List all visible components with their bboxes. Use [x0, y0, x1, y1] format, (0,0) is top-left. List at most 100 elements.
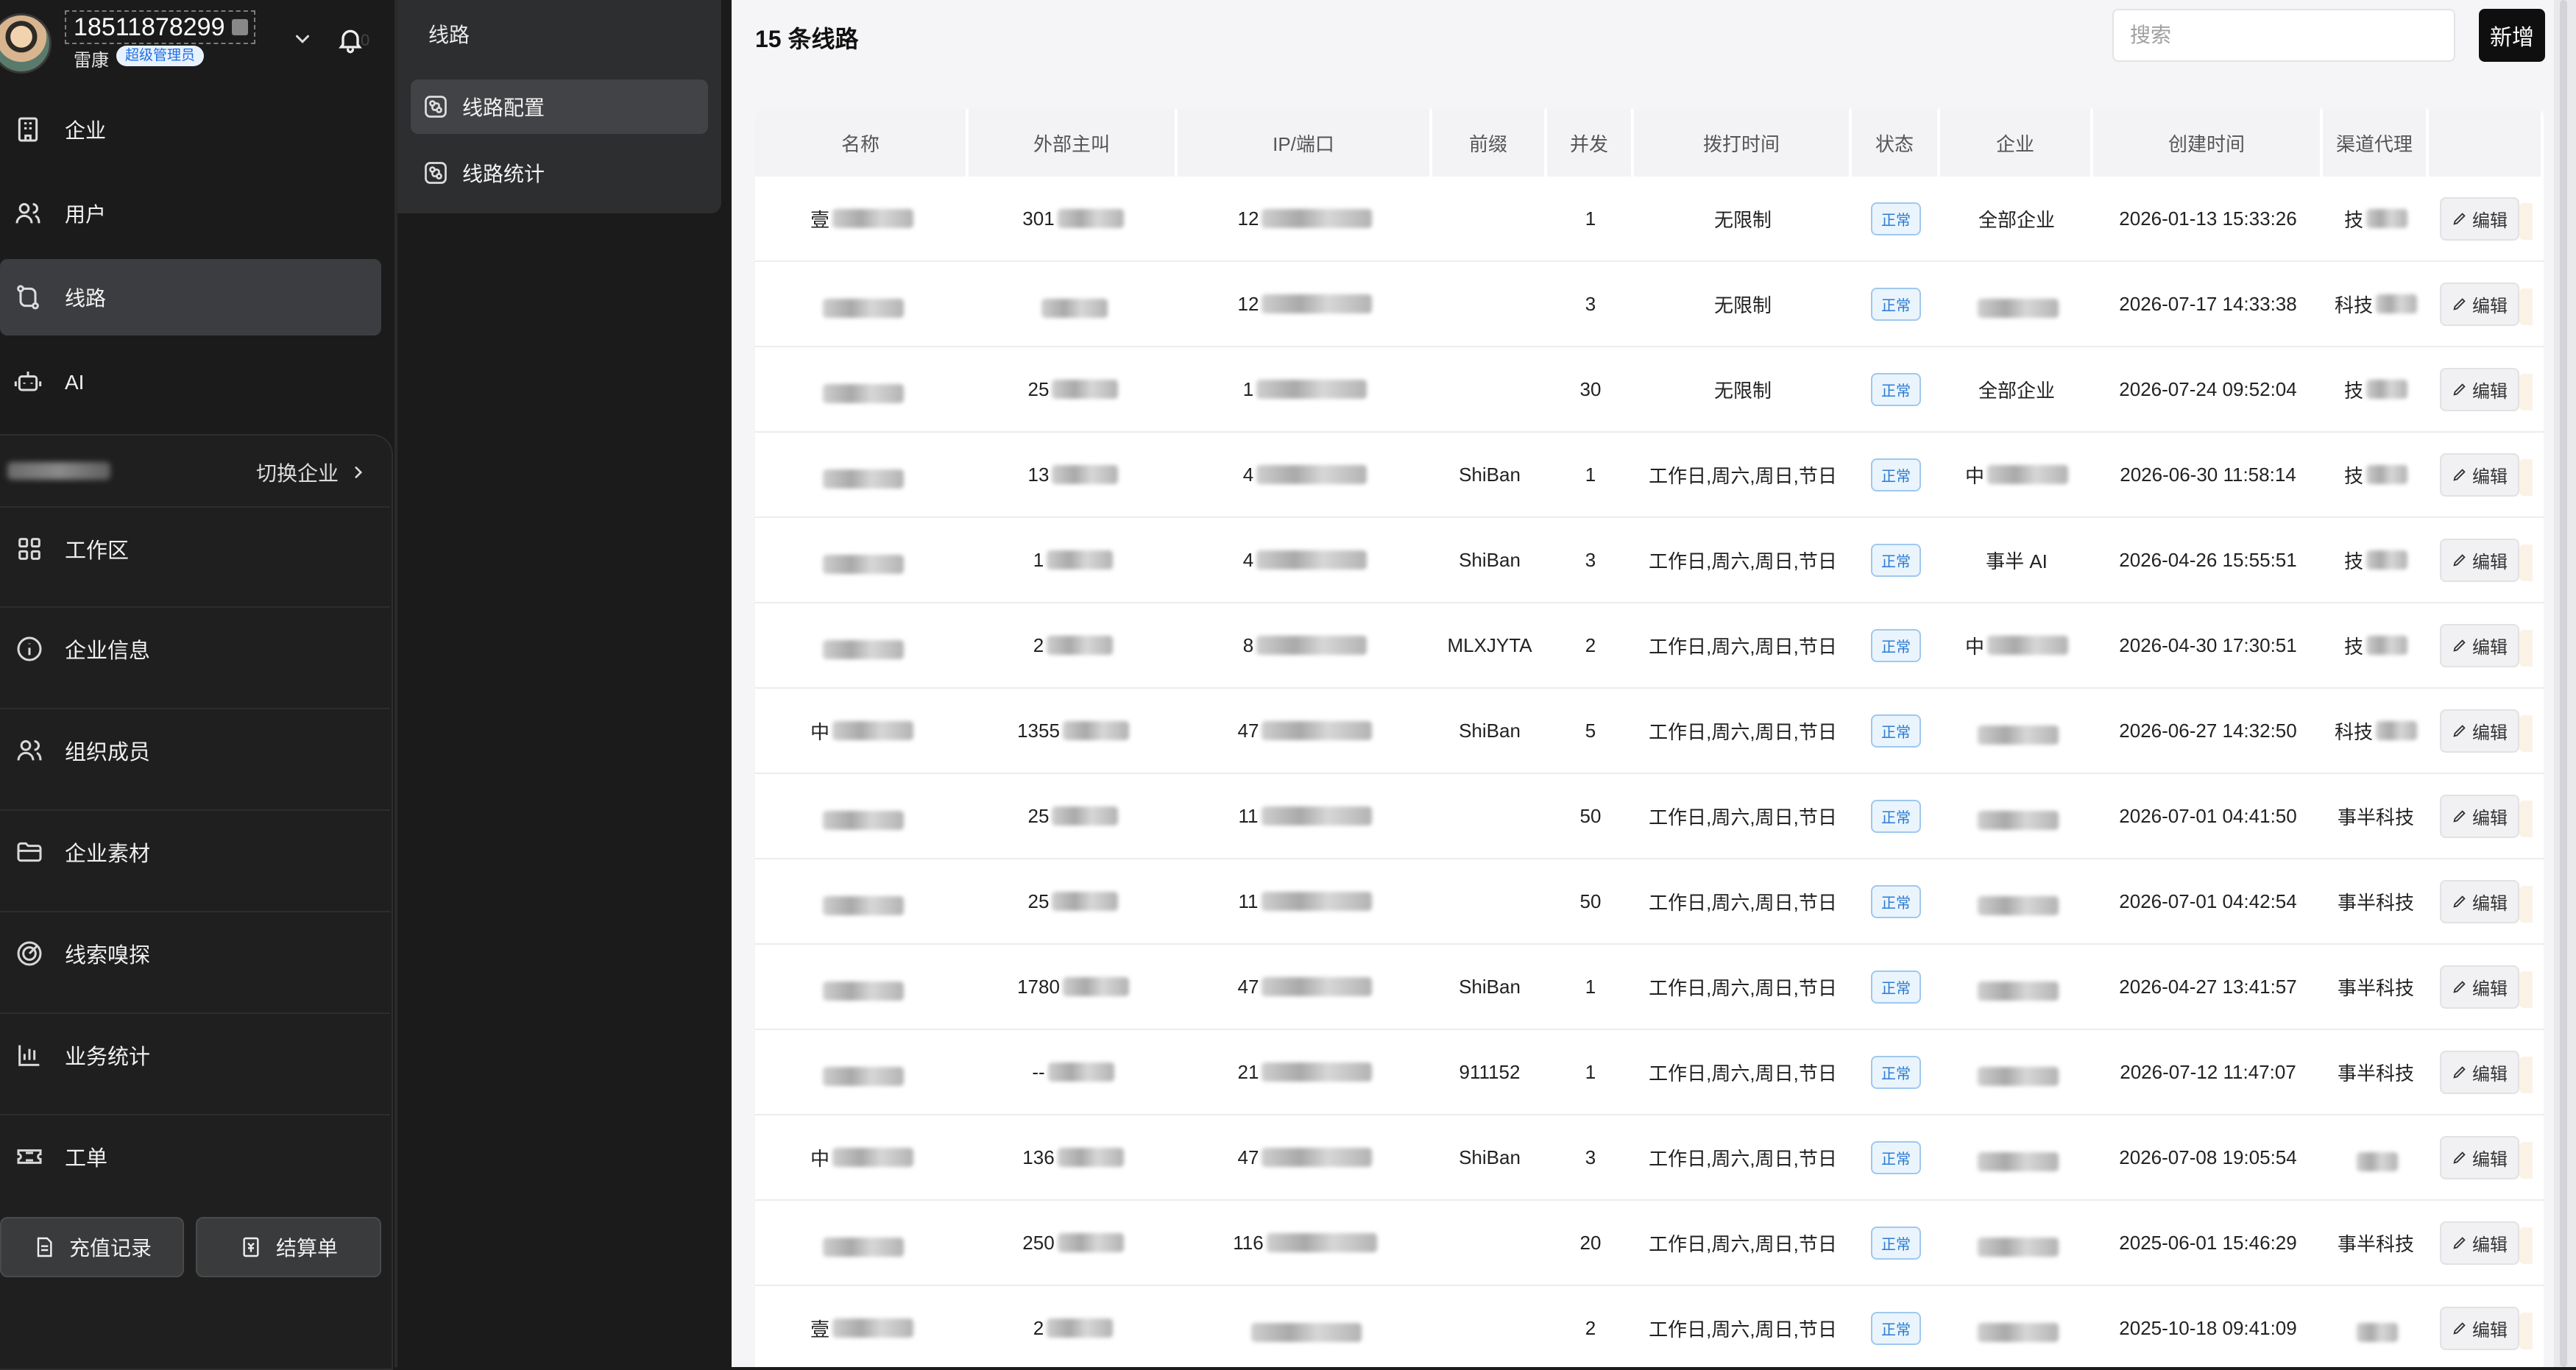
edit-button[interactable]: 编辑 [2440, 538, 2519, 582]
more-action-button[interactable] [2519, 203, 2533, 241]
cell-text: 50 [1579, 890, 1602, 912]
edit-button[interactable]: 编辑 [2440, 1135, 2519, 1179]
more-action-button[interactable] [2519, 630, 2533, 667]
edit-button[interactable]: 编辑 [2440, 965, 2519, 1009]
cell-status: 正常 [1852, 774, 1940, 859]
redacted-blur [2366, 465, 2407, 484]
cell-time: 无限制 [1634, 177, 1852, 262]
table-row[interactable]: 250 116 20 工作日,周六,周日,节日 正常 2025-06-01 15:46:2… [755, 1201, 2544, 1286]
more-action-button[interactable] [2519, 1142, 2533, 1179]
scrollbar[interactable] [2554, 0, 2576, 1367]
cell-prefix [1432, 1201, 1547, 1286]
ent-item-members[interactable]: 组织成员 [0, 708, 390, 792]
more-action-button[interactable] [2519, 886, 2533, 923]
redacted-blur [1978, 1322, 2059, 1342]
edit-button[interactable]: 编辑 [2440, 709, 2519, 753]
cell-text: 8 [1242, 633, 1254, 656]
cell-content [2354, 1322, 2398, 1342]
edit-button[interactable]: 编辑 [2440, 1050, 2519, 1094]
cell-conc: 20 [1547, 1201, 1634, 1286]
table-row[interactable]: 壹 2 2 工作日,周六,周日,节日 正常 2025-10-18 09:41:09 编辑 [755, 1286, 2544, 1367]
cell-actions: 编辑 [2429, 945, 2544, 1030]
table-row[interactable]: 12 3 无限制 正常 2026-07-17 14:33:38 科技 编辑 [755, 262, 2544, 347]
scrollbar-thumb[interactable] [2560, 0, 2567, 1367]
ent-item-workspace[interactable]: 工作区 [0, 506, 390, 590]
settlement-button[interactable]: 结算单 [196, 1217, 381, 1277]
more-action-button[interactable] [2519, 1227, 2533, 1265]
edit-button[interactable]: 编辑 [2440, 367, 2519, 411]
edit-button[interactable]: 编辑 [2440, 623, 2519, 667]
cell-status: 正常 [1852, 518, 1940, 603]
edit-button[interactable]: 编辑 [2440, 879, 2519, 923]
cell-text: 11 [1238, 890, 1259, 912]
more-action-button[interactable] [2519, 1313, 2533, 1350]
cell-content: 2026-04-30 17:30:51 [2119, 634, 2296, 657]
cell-text: 2 [1585, 633, 1596, 656]
status-badge: 正常 [1871, 1226, 1921, 1260]
ent-item-stats[interactable]: 业务统计 [0, 1012, 390, 1096]
nav-item-users[interactable]: 用户 [0, 175, 381, 252]
ent-item-label: 工单 [65, 1147, 108, 1171]
pencil-icon [2453, 725, 2466, 737]
more-action-button[interactable] [2519, 971, 2533, 1009]
cell-content: 12 [1238, 207, 1373, 230]
submenu-item-line-config[interactable]: 线路配置 [411, 79, 708, 134]
table-row[interactable]: 壹 301 12 1 无限制 正常 全部企业 2026-01-13 15:33:26 技 编辑 [755, 177, 2544, 262]
cell-text: 2026-06-27 14:32:50 [2119, 719, 2297, 742]
search-input[interactable] [2112, 9, 2455, 62]
table-row[interactable]: 25 1 30 无限制 正常 全部企业 2026-07-24 09:52:04 技 编辑 [755, 347, 2544, 433]
cell-text: 无限制 [1713, 208, 1772, 231]
more-action-button[interactable] [2519, 1057, 2533, 1094]
sidebar: 18511878299 雷康 超级管理员 0 企业 用户 线路 AI 切换企业 … [0, 0, 397, 1370]
cell-content: 2026-07-01 04:42:54 [2119, 890, 2296, 913]
add-button[interactable]: 新增 [2479, 9, 2545, 62]
edit-button[interactable]: 编辑 [2440, 196, 2519, 241]
more-action-button[interactable] [2519, 544, 2533, 582]
table-row[interactable]: 13 4 ShiBan 1 工作日,周六,周日,节日 正常 中 2026-06-30 11:5… [755, 433, 2544, 518]
cell-text: 2026-07-01 04:41:50 [2119, 804, 2297, 827]
avatar[interactable] [0, 13, 52, 74]
edit-button[interactable]: 编辑 [2440, 452, 2519, 497]
table-row[interactable]: 1780 47 ShiBan 1 工作日,周六,周日,节日 正常 2026-04-27 13… [755, 945, 2544, 1030]
ent-item-leads[interactable]: 线索嗅探 [0, 911, 390, 995]
edit-button[interactable]: 编辑 [2440, 794, 2519, 838]
cell-conc: 1 [1547, 433, 1634, 518]
nav-item-company[interactable]: 企业 [0, 91, 381, 168]
edit-button[interactable]: 编辑 [2440, 1221, 2519, 1265]
cell-caller: 25 [969, 774, 1178, 859]
cell-ent [1940, 945, 2093, 1030]
nav-item-lines[interactable]: 线路 [0, 259, 381, 336]
more-action-button[interactable] [2519, 374, 2533, 411]
edit-button[interactable]: 编辑 [2440, 1306, 2519, 1350]
more-action-button[interactable] [2519, 459, 2533, 497]
nav-item-ai[interactable]: AI [0, 344, 381, 421]
switch-enterprise-button[interactable]: 切换企业 [256, 458, 368, 487]
table-row[interactable]: 2 8 MLXJYTA 2 工作日,周六,周日,节日 正常 中 2026-04-30 17:3… [755, 603, 2544, 689]
cell-content: 工作日,周六,周日,节日 [1649, 888, 1837, 915]
column-header: 渠道代理 [2323, 109, 2429, 177]
table-row[interactable]: 25 11 50 工作日,周六,周日,节日 正常 2026-07-01 04:41:50 事… [755, 774, 2544, 859]
cell-prefix [1432, 1286, 1547, 1367]
cell-text: 47 [1237, 1146, 1259, 1168]
table-row[interactable]: 中 1355 47 ShiBan 5 工作日,周六,周日,节日 正常 2026-06-27 1… [755, 689, 2544, 774]
table-row[interactable]: 1 4 ShiBan 3 工作日,周六,周日,节日 正常 事半 AI 2026-04-26 1… [755, 518, 2544, 603]
ent-item-info[interactable]: 企业信息 [0, 606, 390, 690]
more-action-button[interactable] [2519, 715, 2533, 753]
chevron-down-icon[interactable] [291, 28, 314, 50]
ent-item-assets[interactable]: 企业素材 [0, 809, 390, 893]
more-action-button[interactable] [2519, 801, 2533, 838]
recharge-records-button[interactable]: 充值记录 [0, 1217, 184, 1277]
document-icon [37, 1237, 52, 1257]
submenu-item-line-stats[interactable]: 线路统计 [411, 146, 708, 200]
more-action-button[interactable] [2519, 288, 2533, 326]
cell-content [1975, 1151, 2059, 1171]
cell-content: 中 [1965, 632, 2068, 659]
user-phone-box[interactable]: 18511878299 [65, 10, 256, 44]
edit-button[interactable]: 编辑 [2440, 282, 2519, 326]
table-row[interactable]: 中 136 47 ShiBan 3 工作日,周六,周日,节日 正常 2026-07-08 19… [755, 1115, 2544, 1201]
table-row[interactable]: 25 11 50 工作日,周六,周日,节日 正常 2026-07-01 04:42:54 事… [755, 859, 2544, 945]
cell-actions: 编辑 [2429, 1201, 2544, 1286]
ent-item-tickets[interactable]: 工单 [0, 1114, 390, 1198]
table-row[interactable]: -- 21 911152 1 工作日,周六,周日,节日 正常 2026-07-12 11:4… [755, 1030, 2544, 1115]
cell-name: 中 [755, 1115, 969, 1201]
